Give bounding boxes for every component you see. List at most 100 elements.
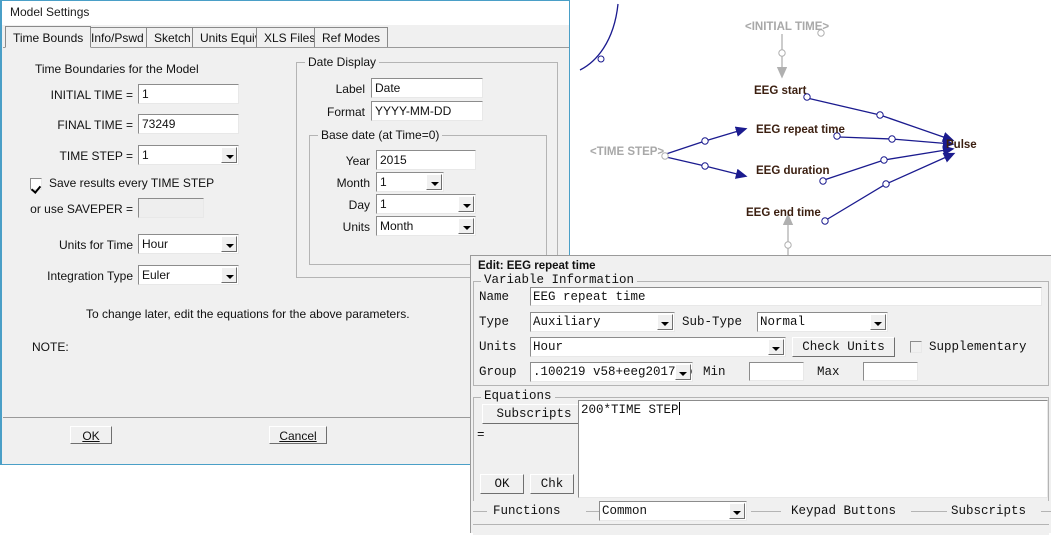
day-label: Day <box>348 198 370 212</box>
chevron-down-icon[interactable] <box>426 174 442 190</box>
link-handle[interactable] <box>821 217 829 225</box>
day-combo[interactable]: 1 <box>376 194 476 214</box>
subtype-combo[interactable]: Normal <box>757 312 888 332</box>
check-units-button[interactable]: Check Units <box>792 337 895 357</box>
ok-button-label: OK <box>82 429 100 443</box>
node-initial-time[interactable]: <INITIAL TIME> <box>745 21 829 33</box>
link-handle[interactable] <box>778 49 786 57</box>
link-handle[interactable] <box>819 177 827 185</box>
node-pulse[interactable]: Pulse <box>946 139 977 151</box>
initial-time-input[interactable]: 1 <box>138 84 239 104</box>
functions-label: Functions <box>493 504 561 518</box>
causal-loop-diagram: <INITIAL TIME> <TIME STEP> EEG start EEG… <box>570 0 1051 262</box>
tab-info-pswd[interactable]: Info/Pswd <box>83 27 152 47</box>
base-date-group: Base date (at Time=0) Year 2015 Month 1 … <box>309 128 547 265</box>
subtype-value: Normal <box>760 315 806 329</box>
name-label: Name <box>479 290 510 304</box>
link-handle[interactable] <box>880 156 888 164</box>
units-combo[interactable]: Hour <box>530 337 786 357</box>
node-eeg-start[interactable]: EEG start <box>754 85 806 97</box>
link-handle[interactable] <box>888 135 896 143</box>
date-label-input[interactable]: Date <box>371 78 483 98</box>
chevron-down-icon[interactable] <box>768 339 784 355</box>
max-input[interactable] <box>863 362 918 381</box>
tab-ref-modes[interactable]: Ref Modes <box>314 27 389 47</box>
node-eeg-duration[interactable]: EEG duration <box>756 165 829 177</box>
divider-keypad <box>911 511 947 512</box>
node-eeg-repeat-time[interactable]: EEG repeat time <box>756 124 845 136</box>
equals-label: = <box>477 428 485 442</box>
chevron-down-icon[interactable] <box>729 503 745 519</box>
link-handle[interactable] <box>784 241 792 249</box>
saveper-input[interactable] <box>138 198 204 218</box>
month-combo[interactable]: 1 <box>376 172 444 192</box>
final-time-input[interactable]: 73249 <box>138 114 239 134</box>
hint-text: To change later, edit the equations for … <box>86 307 410 321</box>
integration-type-combo[interactable]: Euler <box>138 265 239 285</box>
note-text: NOTE: <box>32 340 69 354</box>
chevron-down-icon[interactable] <box>221 147 237 163</box>
units-label: Units <box>479 340 517 354</box>
min-label: Min <box>703 365 726 379</box>
year-input[interactable]: 2015 <box>376 150 476 170</box>
node-eeg-end-time[interactable]: EEG end time <box>746 207 821 219</box>
max-label: Max <box>817 365 840 379</box>
keypad-strip <box>473 524 1049 535</box>
saveper-label: or use SAVEPER = <box>30 202 133 216</box>
type-combo[interactable]: Auxiliary <box>530 312 675 332</box>
link-handle[interactable] <box>597 55 605 63</box>
subscripts-button[interactable]: Subscripts <box>482 404 586 424</box>
divider-mid <box>751 511 781 512</box>
time-step-combo[interactable]: 1 <box>138 145 239 165</box>
divider-functions <box>586 511 600 512</box>
chevron-down-icon[interactable] <box>675 364 691 380</box>
chevron-down-icon[interactable] <box>221 267 237 283</box>
units-for-time-value: Hour <box>142 237 169 251</box>
base-date-group-title: Base date (at Time=0) <box>318 128 443 142</box>
chevron-down-icon[interactable] <box>221 236 237 252</box>
equation-value: 200*TIME STEP <box>581 403 679 417</box>
chevron-down-icon[interactable] <box>458 196 474 212</box>
link-handle[interactable] <box>882 180 890 188</box>
cancel-button[interactable]: Cancel <box>269 426 327 444</box>
chevron-down-icon[interactable] <box>870 314 886 330</box>
supplementary-checkbox[interactable] <box>910 341 922 353</box>
equations-ok-button[interactable]: OK <box>480 474 524 494</box>
date-format-label: Format <box>326 105 365 119</box>
units-for-time-label: Units for Time <box>58 238 133 252</box>
tab-sketch[interactable]: Sketch <box>146 27 199 47</box>
model-settings-title: Model Settings <box>10 5 90 19</box>
name-input[interactable]: EEG repeat time <box>530 287 1042 306</box>
time-step-value: 1 <box>142 148 149 162</box>
chevron-down-icon[interactable] <box>458 218 474 234</box>
arrow-eeg-end-time-to-pulse <box>825 152 956 221</box>
save-results-checkbox[interactable] <box>30 178 42 190</box>
date-format-input[interactable]: YYYY-MM-DD <box>371 101 483 121</box>
type-value: Auxiliary <box>533 315 601 329</box>
model-settings-titlebar: Model Settings <box>2 1 569 25</box>
min-input[interactable] <box>749 362 804 381</box>
month-value: 1 <box>380 175 387 189</box>
divider-right <box>1041 511 1051 512</box>
functions-value: Common <box>602 504 648 518</box>
units-combo[interactable]: Month <box>376 216 476 236</box>
text-caret <box>678 402 680 415</box>
units-for-time-combo[interactable]: Hour <box>138 234 239 254</box>
subscripts-bottom-label: Subscripts <box>951 504 1027 518</box>
chevron-down-icon[interactable] <box>657 314 673 330</box>
equation-editor[interactable]: 200*TIME STEP <box>578 400 1048 498</box>
arrow-eeg-duration-to-pulse <box>823 145 955 181</box>
equations-chk-button[interactable]: Chk <box>530 474 574 494</box>
link-handle[interactable] <box>701 162 709 170</box>
tab-time-bounds[interactable]: Time Bounds <box>5 26 92 48</box>
save-results-label: Save results every TIME STEP <box>49 176 215 190</box>
date-display-group: Date Display Label Date Format YYYY-MM-D… <box>296 55 558 278</box>
type-label: Type <box>479 315 510 329</box>
link-handle[interactable] <box>701 137 709 145</box>
functions-combo[interactable]: Common <box>599 501 747 521</box>
node-time-step[interactable]: <TIME STEP> <box>590 146 664 158</box>
ok-button[interactable]: OK <box>70 426 112 444</box>
link-handle[interactable] <box>876 111 884 119</box>
group-combo[interactable]: .100219 v58+eeg2017 new try <box>530 362 693 382</box>
variable-information-group-title: Variable Information <box>481 273 638 287</box>
